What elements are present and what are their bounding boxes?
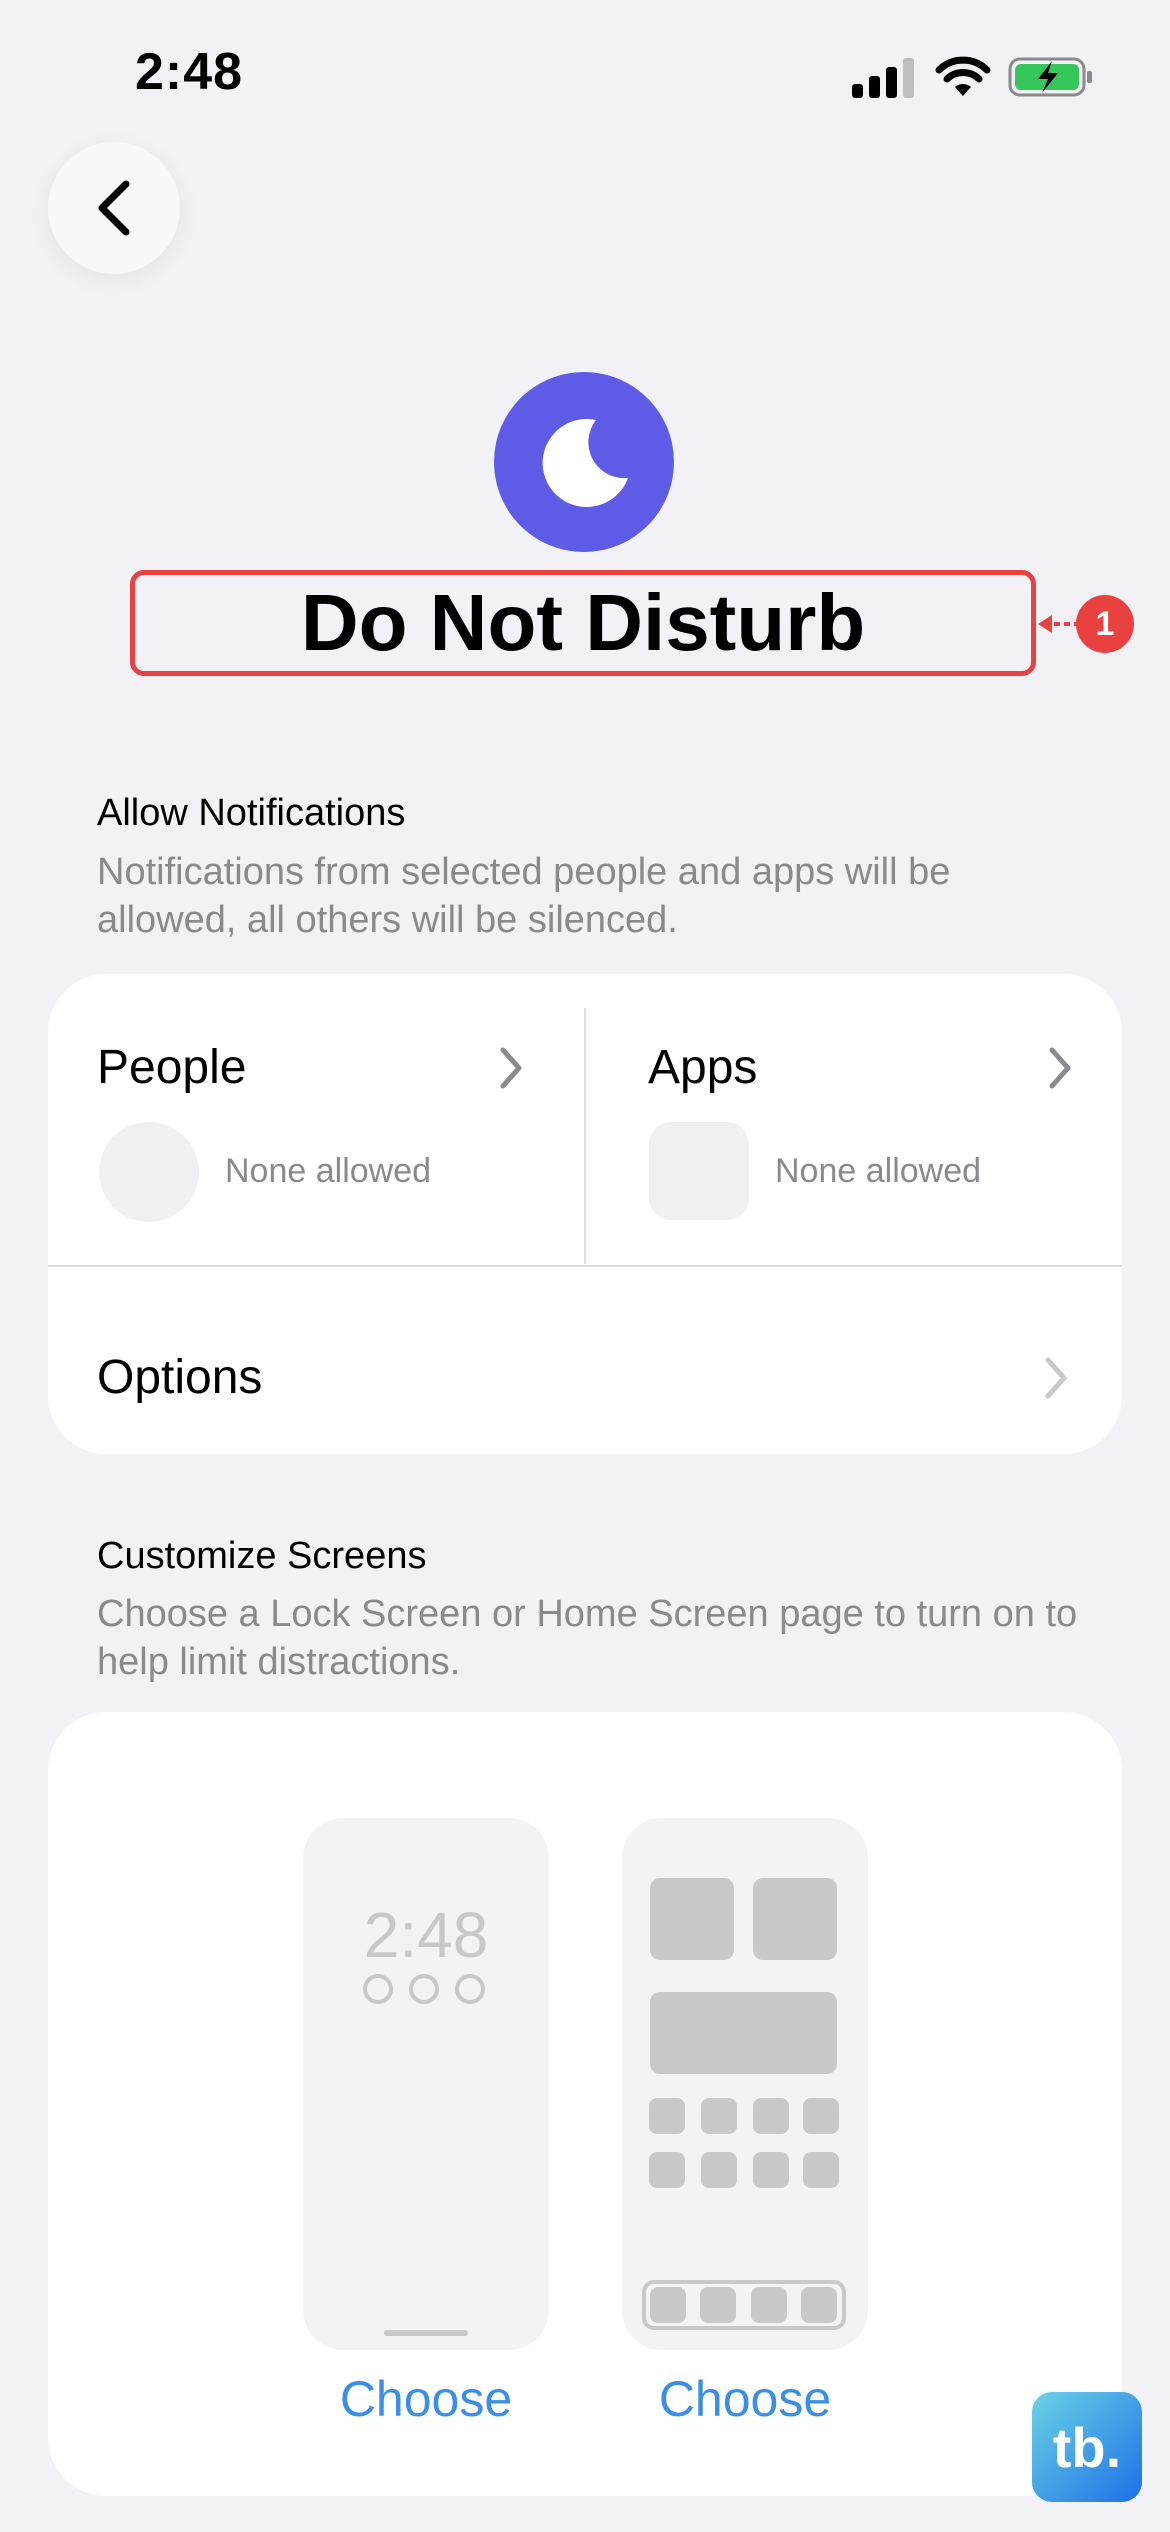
allow-notifications-description: Notifications from selected people and a…: [97, 851, 951, 941]
cellular-signal-icon: [852, 58, 914, 98]
home-indicator: [384, 2330, 468, 2336]
widget-circle-icon: [455, 1974, 485, 2004]
status-time: 2:48: [135, 43, 244, 101]
chevron-right-icon: [1045, 1357, 1067, 1399]
app-icon-placeholder: [700, 2287, 736, 2323]
battery-charging-icon: [1008, 57, 1092, 97]
app-icon-placeholder: [753, 2098, 789, 2134]
app-icon-placeholder: [701, 2098, 737, 2134]
moon-icon: [494, 372, 674, 552]
options-label: Options: [97, 1351, 263, 1404]
avatar-placeholder: [99, 1122, 199, 1222]
back-button[interactable]: [48, 142, 180, 274]
apps-cell[interactable]: [586, 974, 1122, 1264]
apps-status: None allowed: [775, 1152, 982, 1190]
app-icon-placeholder: [649, 2098, 685, 2134]
app-icon-placeholder: [753, 2152, 789, 2188]
app-icon-placeholder: [650, 2287, 686, 2323]
annotation-badge: 1: [1076, 595, 1134, 653]
annotation-arrow-icon: [1038, 615, 1080, 633]
choose-home-screen-button[interactable]: Choose: [622, 2370, 868, 2428]
chevron-left-icon: [98, 180, 130, 236]
app-icon-placeholder: [803, 2152, 839, 2188]
chevron-right-icon: [500, 1047, 522, 1089]
widget-placeholder: [650, 1878, 734, 1960]
app-icon-placeholder: [751, 2287, 787, 2323]
app-icon-placeholder: [649, 2152, 685, 2188]
customize-screens-card: [48, 1712, 1122, 2496]
people-label: People: [97, 1041, 247, 1094]
people-cell[interactable]: [48, 974, 584, 1264]
watermark-logo: tb.: [1032, 2392, 1142, 2502]
apps-label: Apps: [648, 1041, 758, 1094]
app-icon-placeholder: [801, 2287, 837, 2323]
widget-circle-icon: [409, 1974, 439, 2004]
widget-placeholder: [753, 1878, 837, 1960]
lock-screen-time: 2:48: [363, 1899, 489, 1971]
app-icon-placeholder: [803, 2098, 839, 2134]
customize-screens-title: Customize Screens: [97, 1535, 427, 1577]
choose-lock-screen-button[interactable]: Choose: [303, 2370, 549, 2428]
widget-placeholder: [650, 1992, 837, 2074]
wifi-icon: [935, 56, 991, 96]
app-icon-placeholder: [701, 2152, 737, 2188]
allow-notifications-title: Allow Notifications: [97, 792, 406, 834]
customize-screens-description: Choose a Lock Screen or Home Screen page…: [97, 1593, 1078, 1683]
people-status: None allowed: [225, 1152, 432, 1190]
page-title: Do Not Disturb: [300, 578, 866, 667]
chevron-right-icon: [1049, 1047, 1071, 1089]
widget-circle-icon: [363, 1974, 393, 2004]
app-icon-placeholder: [649, 1122, 749, 1220]
